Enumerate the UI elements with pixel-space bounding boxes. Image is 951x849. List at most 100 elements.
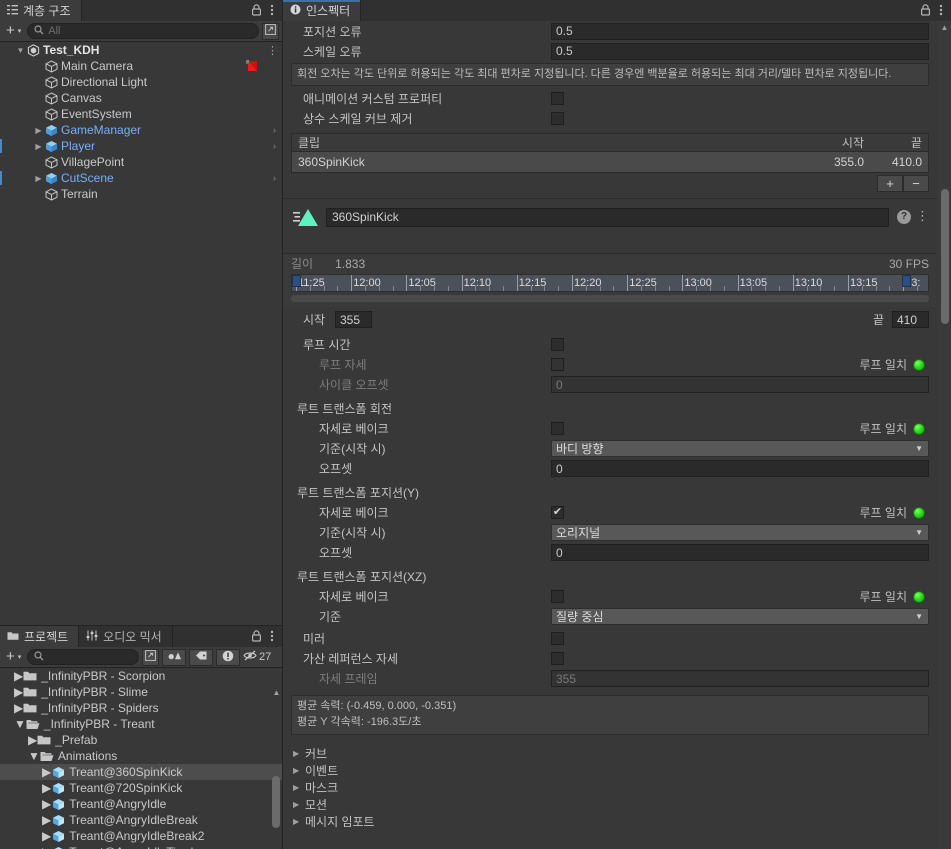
mirror-checkbox[interactable] xyxy=(551,632,564,646)
tab-inspector[interactable]: 인스펙터 xyxy=(283,0,362,21)
chevron-right-icon[interactable]: ▶ xyxy=(42,797,51,811)
project-item--infinitypbr-scorpion[interactable]: ▶ _InfinityPBR - Scorpion xyxy=(0,668,282,684)
timeline-hscrollbar[interactable] xyxy=(291,292,929,303)
panel-divider-horizontal[interactable] xyxy=(0,625,282,626)
project-item-animations[interactable]: ▼ Animations xyxy=(0,748,282,764)
root-pos-y-offset-field[interactable]: 0 xyxy=(551,544,929,562)
kebab-menu-icon[interactable] xyxy=(939,4,943,18)
open-prefab-chevron-icon[interactable]: › xyxy=(273,125,276,135)
project-scroll-thumb[interactable] xyxy=(272,776,280,828)
scroll-up-icon[interactable]: ▲ xyxy=(272,688,281,697)
start-frame-input[interactable]: 355 xyxy=(335,311,372,329)
hierarchy-item-main-camera[interactable]: ▶ Main Camera xyxy=(0,58,282,74)
clip-add-button[interactable]: + xyxy=(877,174,903,192)
inspector-scroll-thumb[interactable] xyxy=(941,189,949,324)
lock-icon[interactable] xyxy=(920,3,931,18)
hierarchy-item-cutscene[interactable]: ▶ CutScene › xyxy=(0,170,282,186)
tab-hierarchy[interactable]: 계층 구조 xyxy=(0,0,82,21)
cycle-offset-field[interactable]: 0 xyxy=(551,376,929,394)
chevron-right-icon[interactable]: ▶ xyxy=(32,174,45,183)
project-filter-type-button[interactable] xyxy=(162,648,186,666)
end-frame-input[interactable]: 410 xyxy=(892,311,929,329)
clip-table-row[interactable]: 360SpinKick 355.0 410.0 xyxy=(292,151,928,172)
project-item-treant-angryidlebreak2[interactable]: ▶ Treant@AngryIdleBreak2 xyxy=(0,828,282,844)
tab-project[interactable]: 프로젝트 xyxy=(0,626,80,647)
project-expand-button[interactable] xyxy=(142,648,159,666)
chevron-right-icon[interactable]: ▶ xyxy=(14,685,23,699)
root-rot-bake-checkbox[interactable] xyxy=(551,422,564,436)
hierarchy-expand-button[interactable] xyxy=(262,22,279,40)
position-error-field[interactable]: 0.5 xyxy=(551,22,929,40)
loop-time-checkbox[interactable] xyxy=(551,338,564,352)
root-rot-based-dropdown[interactable]: 바디 방향 ▼ xyxy=(551,440,929,458)
project-item-treant-angryidletired[interactable]: ▶ Treant@AngryIdleTired xyxy=(0,844,282,849)
chevron-down-icon[interactable]: ▼ xyxy=(14,717,26,731)
project-item--infinitypbr-spiders[interactable]: ▶ _InfinityPBR - Spiders xyxy=(0,700,282,716)
scene-context-menu-icon[interactable]: ⋮ xyxy=(267,44,278,57)
project-add-button[interactable]: + ▾ xyxy=(3,649,24,666)
project-item--infinitypbr-slime[interactable]: ▶ _InfinityPBR - Slime xyxy=(0,684,282,700)
project-asset-tree[interactable]: ▶ _InfinityPBR - Scorpion ▶ _InfinityPBR - … xyxy=(0,668,282,849)
help-icon[interactable]: ? xyxy=(897,209,911,224)
chevron-right-icon[interactable]: ▶ xyxy=(14,701,23,715)
hierarchy-tree[interactable]: ▼ Test_KDH ⋮ ▶ Main Camera ▶ Directional Light… xyxy=(0,42,282,625)
project-scrollbar[interactable]: ▲ xyxy=(272,688,281,849)
root-pos-xz-bake-checkbox[interactable] xyxy=(551,590,564,604)
foldout-모션[interactable]: ▶ 모션 xyxy=(283,796,937,813)
foldout-커브[interactable]: ▶ 커브 xyxy=(283,745,937,762)
foldout-이벤트[interactable]: ▶ 이벤트 xyxy=(283,762,937,779)
timeline-ruler[interactable]: 11:25 12:00 12:05 12:10 12:15 12:20 12:25 13:00… xyxy=(291,273,929,292)
chevron-right-icon[interactable]: ▶ xyxy=(14,669,23,683)
chevron-right-icon[interactable]: ▶ xyxy=(42,845,51,849)
project-item-treant-360spinkick[interactable]: ▶ Treant@360SpinKick xyxy=(0,764,282,780)
root-pos-y-bake-checkbox[interactable]: ✔ xyxy=(551,506,564,520)
hierarchy-item-directional-light[interactable]: ▶ Directional Light xyxy=(0,74,282,90)
kebab-menu-icon[interactable] xyxy=(270,4,274,18)
chevron-right-icon[interactable]: ▶ xyxy=(42,781,51,795)
chevron-right-icon[interactable]: ▶ xyxy=(42,829,51,843)
panel-divider-vertical[interactable] xyxy=(282,0,283,849)
root-pos-y-based-dropdown[interactable]: 오리지널 ▼ xyxy=(551,524,929,542)
root-pos-xz-based-dropdown[interactable]: 질량 중심 ▼ xyxy=(551,608,929,626)
chevron-right-icon[interactable]: ▶ xyxy=(42,813,51,827)
timeline-start-handle[interactable] xyxy=(292,274,301,287)
timeline-end-handle[interactable] xyxy=(902,274,911,287)
project-item--infinitypbr-treant[interactable]: ▼ _InfinityPBR - Treant xyxy=(0,716,282,732)
hierarchy-item-gamemanager[interactable]: ▶ GameManager › xyxy=(0,122,282,138)
project-filter-warning-button[interactable] xyxy=(216,648,240,666)
scroll-up-icon[interactable]: ▲ xyxy=(940,23,949,32)
hierarchy-item-canvas[interactable]: ▶ Canvas xyxy=(0,90,282,106)
lock-icon[interactable] xyxy=(251,3,262,18)
lock-icon[interactable] xyxy=(251,629,262,644)
clip-remove-button[interactable]: − xyxy=(903,174,929,192)
chevron-right-icon[interactable]: ▶ xyxy=(28,733,37,747)
inspector-scrollbar[interactable]: ▲ xyxy=(938,21,951,849)
foldout-메시지-임포트[interactable]: ▶ 메시지 임포트 xyxy=(283,813,937,830)
hierarchy-item-eventsystem[interactable]: ▶ EventSystem xyxy=(0,106,282,122)
project-item-treant-angryidle[interactable]: ▶ Treant@AngryIdle xyxy=(0,796,282,812)
chevron-right-icon[interactable]: ▶ xyxy=(32,126,45,135)
anim-custom-properties-checkbox[interactable] xyxy=(551,92,564,106)
kebab-menu-icon[interactable] xyxy=(270,630,274,644)
project-item-treant-720spinkick[interactable]: ▶ Treant@720SpinKick xyxy=(0,780,282,796)
chevron-down-icon[interactable]: ▼ xyxy=(28,749,40,763)
remove-constant-scale-checkbox[interactable] xyxy=(551,112,564,126)
open-prefab-chevron-icon[interactable]: › xyxy=(273,141,276,151)
chevron-right-icon[interactable]: ▶ xyxy=(42,765,51,779)
foldout-마스크[interactable]: ▶ 마스크 xyxy=(283,779,937,796)
project-search-input[interactable] xyxy=(27,649,139,665)
root-rot-offset-field[interactable]: 0 xyxy=(551,460,929,478)
scale-error-field[interactable]: 0.5 xyxy=(551,42,929,60)
hierarchy-add-button[interactable]: + ▾ xyxy=(3,23,24,40)
tab-audio-mixer[interactable]: 오디오 믹서 xyxy=(79,626,173,647)
loop-pose-checkbox[interactable] xyxy=(551,358,564,372)
hierarchy-search-input[interactable]: All xyxy=(27,23,259,39)
project-item--prefab[interactable]: ▶ _Prefab xyxy=(0,732,282,748)
project-filter-label-button[interactable] xyxy=(189,648,213,666)
hierarchy-item-test-kdh[interactable]: ▼ Test_KDH ⋮ xyxy=(0,42,282,58)
kebab-menu-icon[interactable]: ⋮ xyxy=(916,208,929,224)
hierarchy-item-terrain[interactable]: ▶ Terrain xyxy=(0,186,282,202)
chevron-down-icon[interactable]: ▼ xyxy=(14,46,27,55)
project-hidden-items-button[interactable]: 27 xyxy=(243,648,279,666)
animation-clip-name-input[interactable]: 360SpinKick xyxy=(326,207,889,227)
